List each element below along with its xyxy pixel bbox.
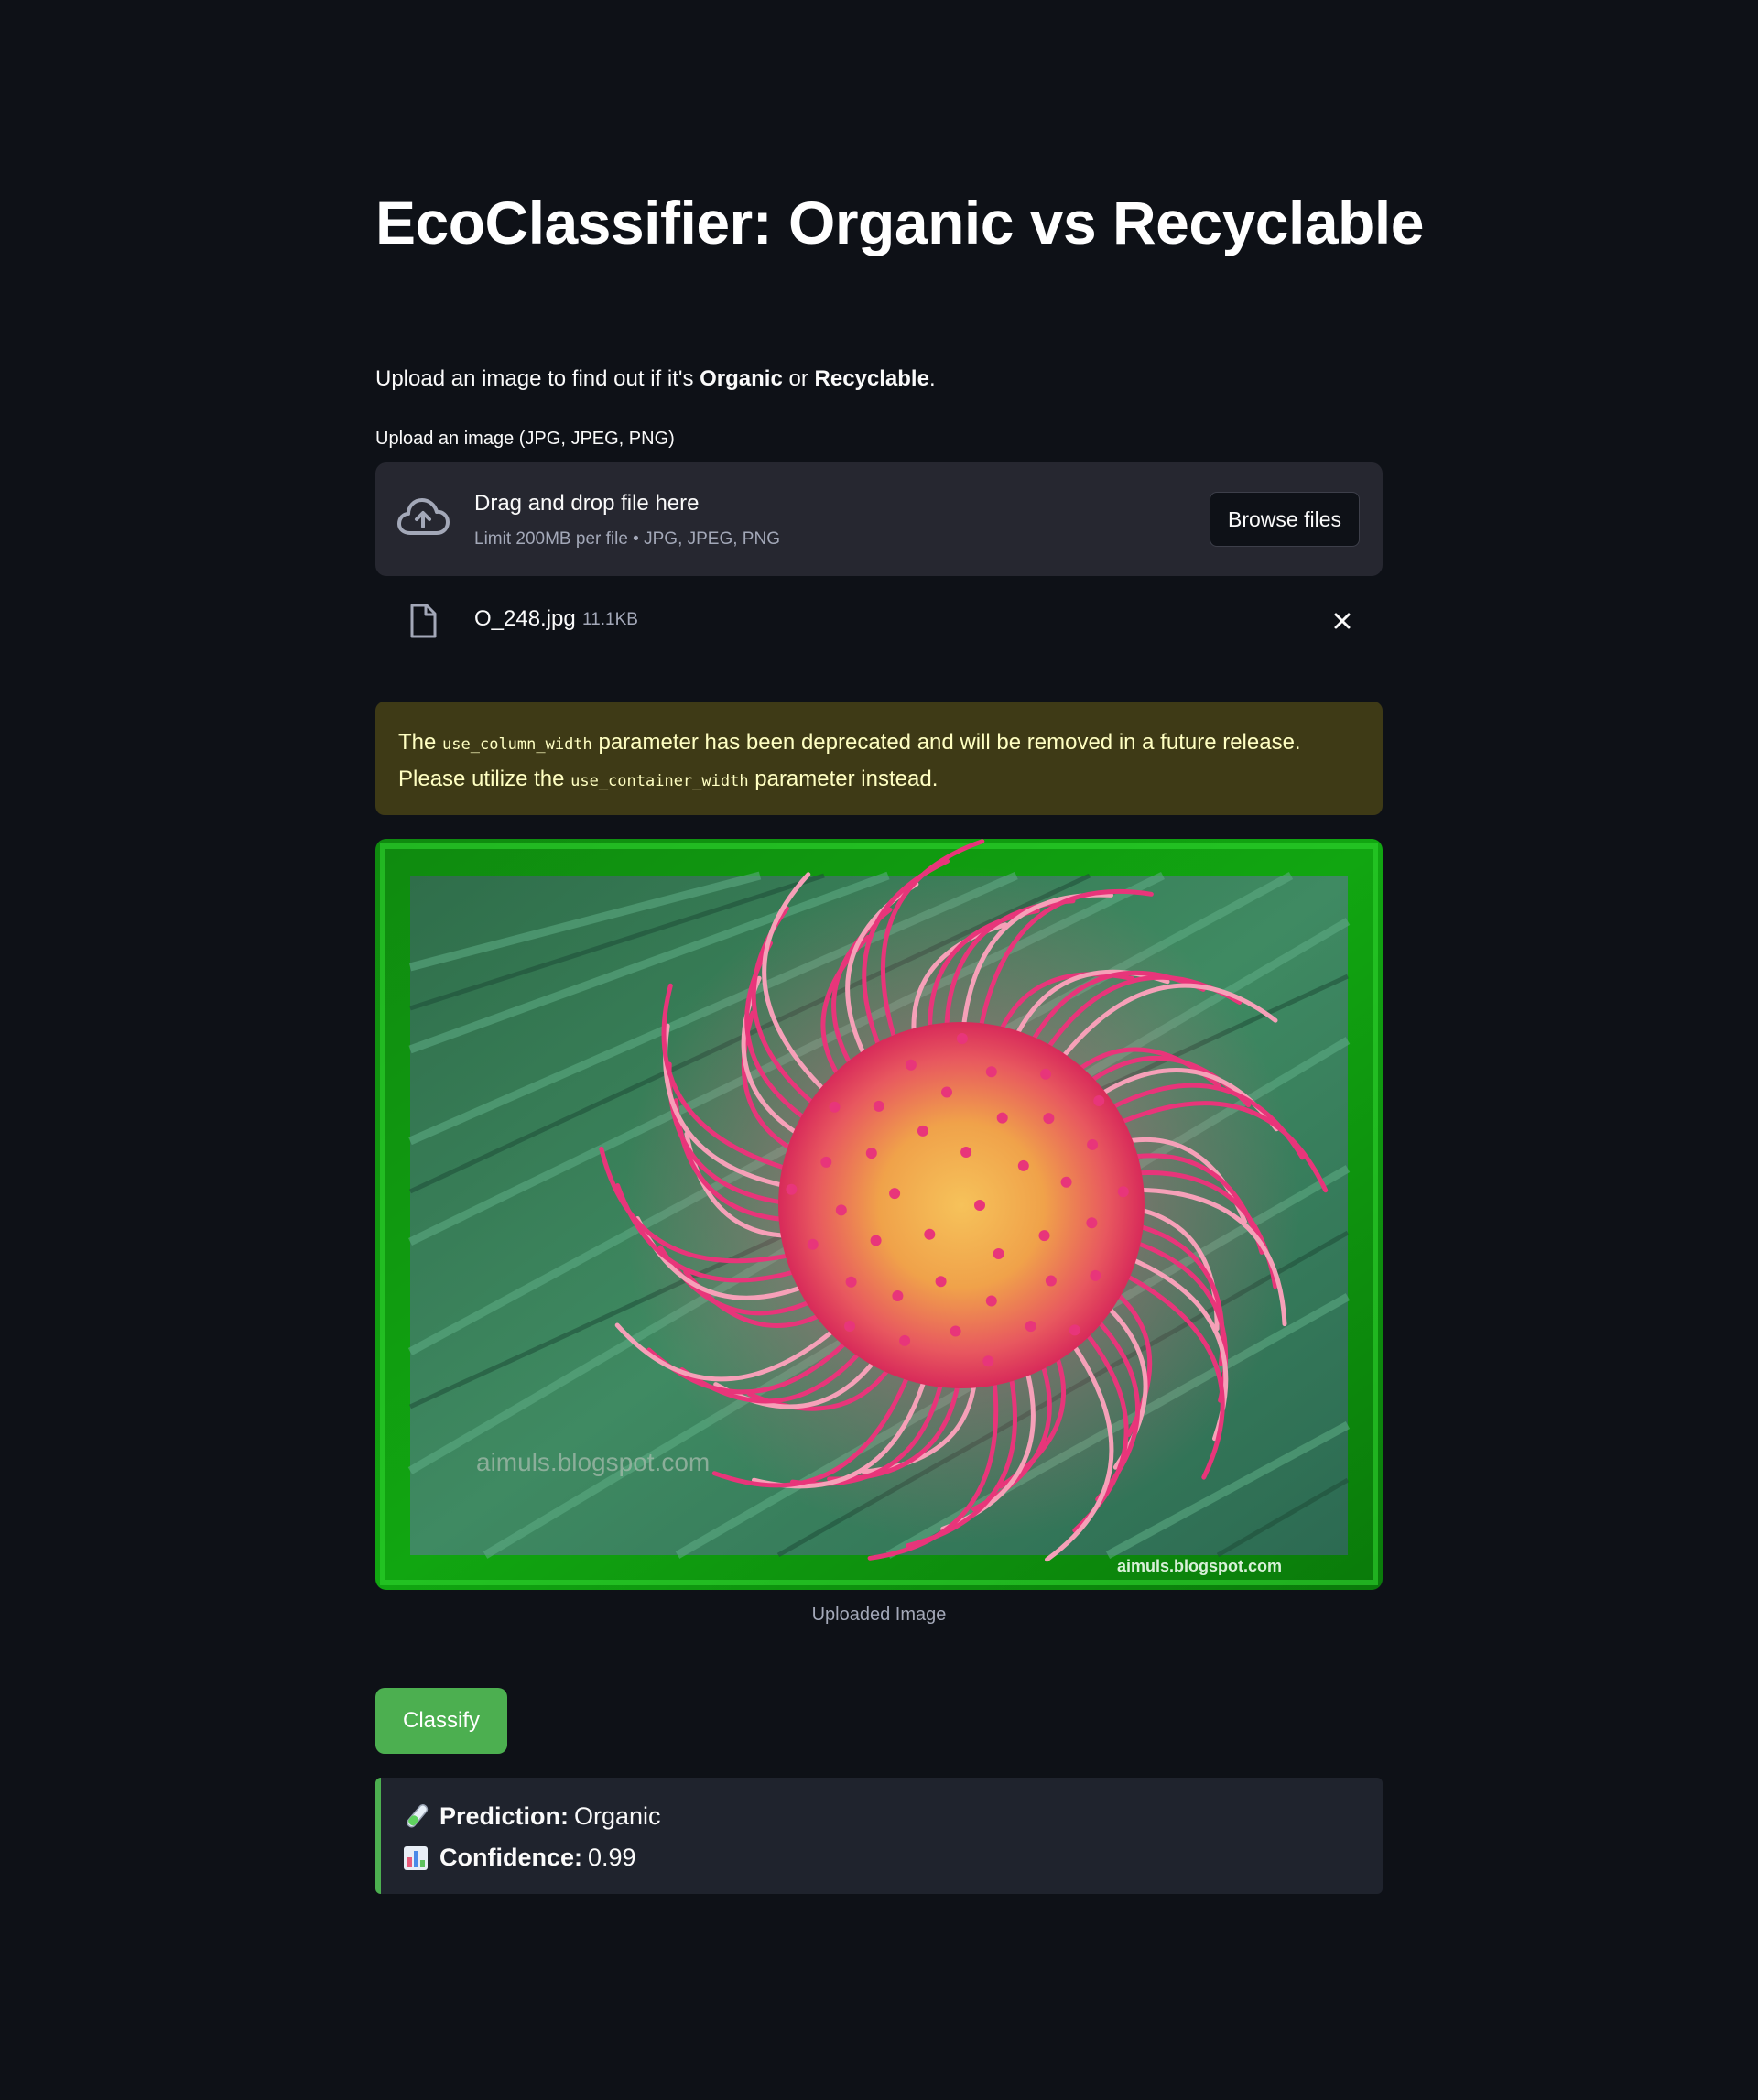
flower-dot <box>1060 1176 1072 1188</box>
intro-suffix: . <box>928 366 936 391</box>
flower-dot <box>873 1100 884 1112</box>
flower-dot <box>974 1200 985 1211</box>
flower-dot <box>1086 1217 1098 1229</box>
result-box: Prediction: Organic Confidence: 0.99 <box>375 1778 1383 1894</box>
image-corner-watermark: aimuls.blogspot.com <box>1117 1557 1282 1575</box>
flower-dot <box>835 1204 847 1216</box>
warning-text-1: The <box>398 730 443 755</box>
prediction-value: Organic <box>574 1802 661 1830</box>
flower-dot <box>1040 1068 1052 1080</box>
intro-prefix: Upload an image to find out if it's <box>375 366 700 391</box>
flower-dot <box>924 1228 936 1240</box>
uploaded-image: aimuls.blogspot.com aimuls.blogspot.com <box>375 839 1383 1590</box>
file-icon <box>410 604 437 638</box>
page-title: EcoClassifier: Organic vs Recyclable <box>375 189 1424 256</box>
flower-dot <box>960 1147 972 1158</box>
flower-dot <box>993 1248 1004 1259</box>
close-icon[interactable] <box>1328 606 1357 636</box>
warning-code-1: use_column_width <box>442 735 592 754</box>
flower-dot <box>982 1355 994 1367</box>
intro-middle: or <box>782 366 815 391</box>
image-caption: Uploaded Image <box>811 1605 947 1625</box>
test-tube-icon <box>407 1803 429 1828</box>
classify-button[interactable]: Classify <box>375 1688 507 1754</box>
uploader-label: Upload an image (JPG, JPEG, PNG) <box>375 429 675 449</box>
flower-dot <box>1090 1269 1101 1281</box>
dropzone-subtitle: Limit 200MB per file • JPG, JPEG, PNG <box>474 529 780 549</box>
flower-dot <box>1045 1275 1057 1287</box>
flower-dot <box>889 1188 901 1200</box>
flower-dot <box>905 1059 917 1071</box>
prediction-label: Prediction: <box>440 1802 570 1830</box>
flower-dot <box>870 1235 882 1246</box>
file-name: O_248.jpg <box>474 606 576 631</box>
uploaded-image-art: aimuls.blogspot.com aimuls.blogspot.com <box>375 839 1383 1590</box>
confidence-value: 0.99 <box>588 1844 636 1871</box>
flower-dot <box>1025 1321 1036 1333</box>
confidence-label: Confidence: <box>440 1844 583 1871</box>
flower-dot <box>985 1066 997 1078</box>
uploaded-file-row: O_248.jpg 11.1KB <box>375 595 1383 647</box>
flower-dot <box>1038 1230 1050 1242</box>
file-dropzone[interactable]: Drag and drop file here Limit 200MB per … <box>375 462 1383 576</box>
flower-dot <box>941 1086 952 1098</box>
flower-dot <box>807 1238 819 1250</box>
flower-dot <box>935 1276 947 1288</box>
flower-dot <box>820 1156 832 1168</box>
intro-text: Upload an image to find out if it's Orga… <box>375 366 936 392</box>
flower-dot <box>1069 1324 1080 1336</box>
flower-dot <box>1017 1159 1029 1171</box>
flower-dot <box>956 1033 968 1044</box>
flower-dot <box>1117 1186 1129 1198</box>
bar-chart-icon <box>404 1845 428 1870</box>
confidence-line: Confidence: 0.99 <box>403 1837 1361 1878</box>
flower-dot <box>917 1125 928 1137</box>
flower-dot <box>899 1334 911 1346</box>
dropzone-title: Drag and drop file here <box>474 491 700 516</box>
flower-dot <box>844 1321 855 1332</box>
cloud-upload-icon <box>397 498 450 535</box>
file-size: 11.1KB <box>582 610 638 629</box>
intro-recyclable: Recyclable <box>814 366 929 391</box>
warning-text-3: parameter instead. <box>748 767 939 791</box>
flower-dot <box>786 1183 798 1195</box>
flower-dot <box>1093 1095 1105 1106</box>
prediction-line: Prediction: Organic <box>403 1796 1361 1837</box>
flower-dot <box>1043 1113 1055 1125</box>
flower-dot <box>892 1290 904 1301</box>
image-watermark: aimuls.blogspot.com <box>476 1448 710 1476</box>
warning-code-2: use_container_width <box>570 772 749 790</box>
flower-dot <box>950 1325 961 1337</box>
flower-dot <box>996 1112 1008 1124</box>
flower-dot <box>1087 1138 1099 1150</box>
flower-dot <box>845 1276 857 1288</box>
browse-files-button[interactable]: Browse files <box>1210 492 1360 547</box>
intro-organic: Organic <box>700 366 783 391</box>
flower-dot <box>865 1148 877 1159</box>
flower-dot <box>829 1101 841 1113</box>
flower-dot <box>985 1295 997 1307</box>
deprecation-warning: The use_column_width parameter has been … <box>375 702 1383 815</box>
